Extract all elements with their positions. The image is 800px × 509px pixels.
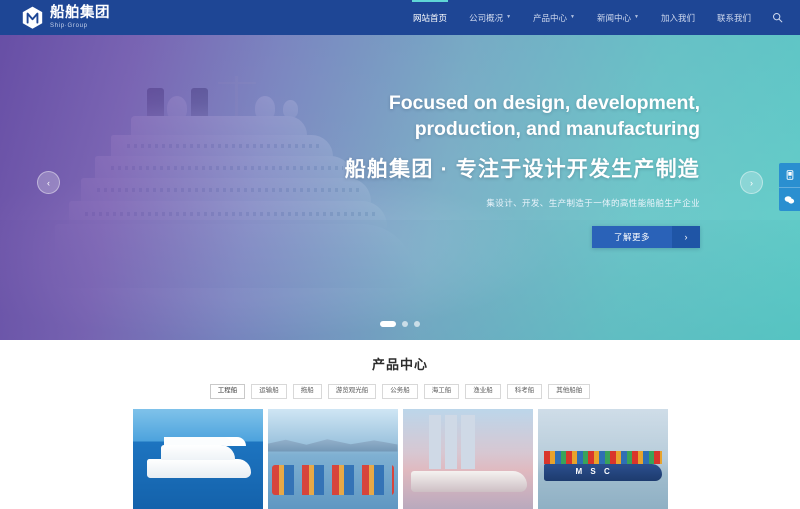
product-tab-tugboat[interactable]: 拖船: [292, 384, 322, 399]
product-tab-official-vessel[interactable]: 公务船: [382, 384, 418, 399]
hero-headline-english-line1: Focused on design, development,: [388, 92, 700, 114]
product-tab-label: 拖船: [300, 387, 314, 394]
product-image-pedal-boats: [267, 408, 398, 509]
carousel-next-button[interactable]: ›: [740, 171, 763, 194]
chevron-right-icon: ›: [672, 226, 700, 249]
floating-contact-rail: [779, 163, 800, 211]
product-tab-label: 公务船: [390, 387, 410, 394]
container-ship-hull-mark: M S C: [575, 466, 613, 476]
carousel-indicators: [0, 321, 800, 327]
product-tab-label: 科考船: [514, 387, 535, 394]
product-card-grid: M S C: [0, 408, 800, 509]
logo-wordmark: 船舶集团 Ship·Group: [50, 6, 110, 29]
wechat-icon[interactable]: [779, 187, 800, 211]
carousel-prev-button[interactable]: ‹: [37, 171, 60, 194]
hero-copy-block: Focused on design, development, producti…: [270, 91, 700, 249]
carousel-dot-3[interactable]: [414, 321, 420, 327]
learn-more-label: 了解更多: [613, 232, 650, 243]
nav-item-company-profile[interactable]: 公司概况 ▼: [458, 0, 522, 35]
logo-name-en: Ship·Group: [50, 22, 88, 29]
nav-item-news[interactable]: 新闻中心 ▼: [586, 0, 650, 35]
nav-item-label: 网站首页: [413, 12, 448, 23]
site-logo[interactable]: 船舶集团 Ship·Group: [22, 6, 110, 30]
carousel-dot-2[interactable]: [402, 321, 408, 327]
product-tab-offshore-vessel[interactable]: 海工船: [423, 384, 460, 399]
product-category-tabs: 工程船 运输船 拖船 游览观光船 公务船 海工船 渔业船 科考船 其他船舶: [0, 384, 800, 399]
nav-item-label: 公司概况: [469, 12, 504, 23]
nav-item-home[interactable]: 网站首页: [402, 0, 458, 35]
product-tab-label: 运输船: [259, 387, 279, 394]
chevron-left-icon: ‹: [47, 177, 50, 188]
product-tab-label: 游览观光船: [335, 387, 369, 394]
hero-subtitle: 集设计、开发、生产制造于一体的高性能船舶生产企业: [486, 198, 700, 209]
nav-item-label: 联系我们: [716, 12, 751, 23]
chevron-down-icon: ▼: [634, 14, 639, 20]
nav-item-contact-us[interactable]: 联系我们: [706, 0, 762, 35]
hero-headline-english: Focused on design, development, producti…: [270, 91, 700, 142]
product-tab-label: 渔业船: [473, 387, 493, 394]
product-card[interactable]: [267, 408, 398, 509]
nav-item-label: 新闻中心: [597, 12, 632, 23]
product-image-container-ship: M S C: [537, 408, 668, 509]
product-tab-transport-vessel[interactable]: 运输船: [251, 384, 287, 399]
product-card[interactable]: [402, 408, 533, 509]
product-tab-sightseeing-vessel[interactable]: 游览观光船: [327, 384, 377, 399]
phone-icon[interactable]: [779, 163, 800, 187]
product-tab-research-vessel[interactable]: 科考船: [506, 384, 543, 399]
product-tab-label: 海工船: [431, 387, 452, 394]
hero-carousel: Focused on design, development, producti…: [0, 35, 800, 340]
chevron-right-icon: ›: [750, 177, 753, 188]
product-image-sailing-yacht: [402, 408, 533, 509]
nav-item-label: 加入我们: [660, 12, 695, 23]
hexagon-m-logo-icon: [22, 6, 43, 30]
hero-headline-chinese: 船舶集团 · 专注于设计开发生产制造: [344, 158, 700, 182]
product-center-section: 产品中心 工程船 运输船 拖船 游览观光船 公务船 海工船 渔业船 科考船 其他…: [0, 340, 800, 509]
product-tab-engineering-vessel[interactable]: 工程船: [209, 384, 246, 399]
product-card[interactable]: [132, 408, 263, 509]
search-icon[interactable]: [762, 0, 792, 35]
logo-name-cn: 船舶集团: [50, 5, 110, 22]
site-header: 船舶集团 Ship·Group 网站首页 公司概况 ▼ 产品中心 ▼ 新闻中心 …: [0, 0, 800, 35]
nav-item-label: 产品中心: [533, 12, 568, 23]
product-tab-fishing-vessel[interactable]: 渔业船: [465, 384, 501, 399]
main-navigation: 网站首页 公司概况 ▼ 产品中心 ▼ 新闻中心 ▼ 加入我们 联系我们: [402, 0, 800, 35]
hero-headline-english-line2: production, and manufacturing: [414, 117, 700, 140]
section-title: 产品中心: [371, 357, 428, 372]
product-image-luxury-yacht: [132, 408, 263, 509]
product-tab-label: 其他船舶: [556, 387, 583, 394]
product-card[interactable]: M S C: [537, 408, 668, 509]
learn-more-button[interactable]: 了解更多 ›: [591, 226, 700, 249]
chevron-down-icon: ▼: [506, 14, 512, 20]
nav-item-products[interactable]: 产品中心 ▼: [522, 0, 586, 35]
product-tab-other-vessels[interactable]: 其他船舶: [548, 384, 591, 399]
chevron-down-icon: ▼: [570, 14, 575, 20]
nav-item-join-us[interactable]: 加入我们: [650, 0, 706, 35]
product-tab-label: 工程船: [217, 387, 238, 394]
carousel-dot-1[interactable]: [380, 321, 396, 327]
